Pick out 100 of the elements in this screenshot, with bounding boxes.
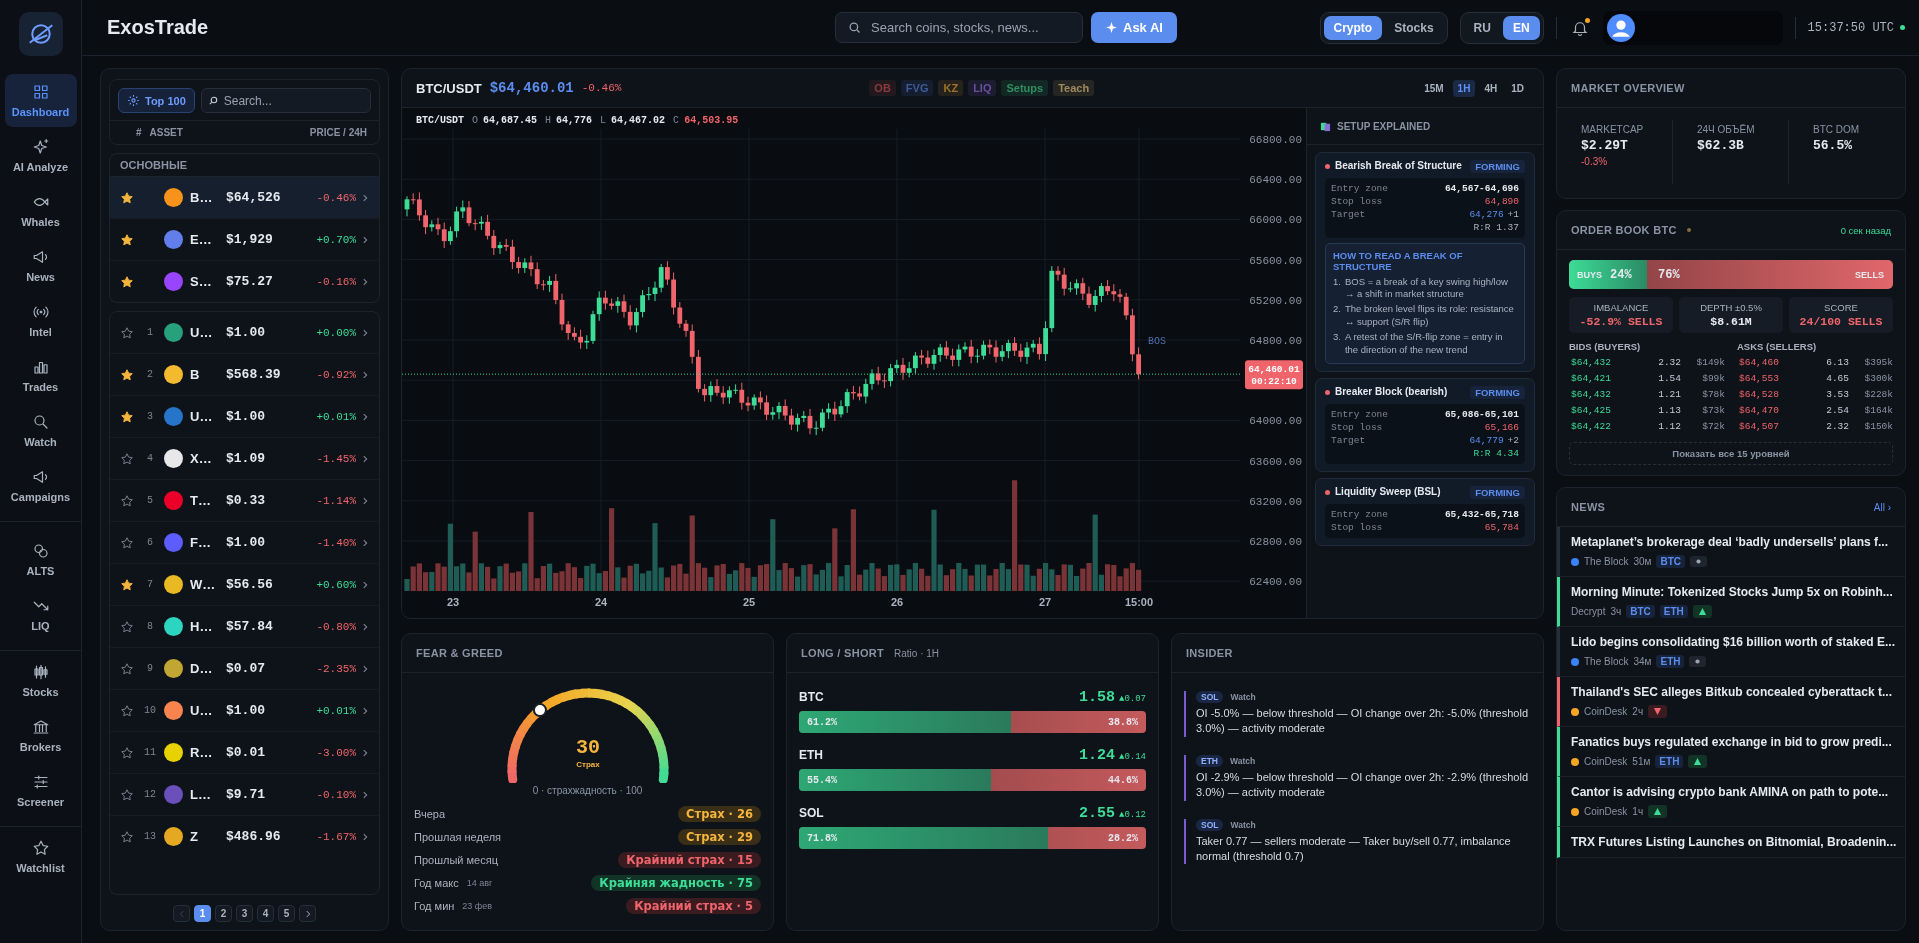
nav-item[interactable]: Watch [4,404,77,457]
bid-total: $73k [1701,404,1725,416]
asset-price: $0.33 [226,493,266,508]
nav-item[interactable]: News [4,239,77,292]
nav-item[interactable]: Watchlist [4,830,77,883]
axis-label: 66400.00 [1249,174,1302,187]
page-button[interactable]: 3 [236,905,253,922]
asset-search-field[interactable]: Search... [200,88,371,113]
nav-item[interactable]: LIQ [4,588,77,641]
axis-label: 66000.00 [1249,214,1302,227]
all-news-link[interactable]: All › [1873,501,1891,513]
panel-title: INSIDER [1186,647,1233,659]
gauge-value: 30 [575,736,600,759]
news-item[interactable]: Metaplanet’s brokerage deal ‘badly undersells’ plans f... The Block 30м BTC [1557,527,1905,577]
nav-item[interactable]: Campaigns [4,459,77,512]
status-label: Watch [1230,692,1256,702]
asset-row[interactable]: E… $1,929 +0.70% [110,219,379,261]
nav-item[interactable]: Whales [4,184,77,237]
asset-name: H… [190,619,214,634]
target-count: +2 [1507,434,1519,446]
overlay-toggle[interactable]: Setups [1001,80,1049,96]
news-item[interactable]: Lido begins consolidating $16 billion worth of staked E... The Block 34м ETH [1557,627,1905,677]
nav-item[interactable]: Screener [4,764,77,817]
stat-value: -52.9% SELLS [1579,315,1663,328]
price-change: -2.35% [315,662,356,675]
level-label: Target [1331,434,1367,446]
overlay-toggle[interactable]: Teach [1053,80,1095,96]
market-tab[interactable]: Stocks [1384,15,1444,40]
rank-number: 12 [143,789,157,800]
top-100-button[interactable]: Top 100 [118,88,195,113]
asset-row[interactable]: B… $64,526 -0.46% [110,177,379,219]
price-change: +0.01% [315,704,356,717]
rank-number: 10 [143,705,157,716]
coin-tag: BTC [1656,555,1686,568]
asset-row[interactable]: 9 D… $0.07 -2.35% [110,648,379,690]
nav-item[interactable]: Brokers [4,709,77,762]
coin-tag: BTC [1626,605,1655,618]
news-item[interactable]: Fanatics buys regulated exchange in bid to grow predi... CoinDesk 51м ETH [1557,727,1905,777]
news-headline: Cantor is advising crypto bank AMINA on path to pote... [1571,785,1890,799]
news-item[interactable]: Thailand's SEC alleges Bitkub concealed cyberattack t... CoinDesk 2ч [1557,677,1905,727]
language-tab[interactable]: RU [1463,15,1501,40]
asset-row[interactable]: S… $75.27 -0.16% [110,261,379,302]
stat-label: SCORE [1824,302,1858,313]
page-button[interactable]: 5 [278,905,295,922]
asset-row[interactable]: 12 L… $9.71 -0.10% [110,774,379,816]
asset-row[interactable]: 6 F… $1.00 -1.40% [110,522,379,564]
panel-title: ORDER BOOK BTC [1571,224,1677,236]
asset-price: $64,526 [226,190,282,205]
level-label: Stop loss [1331,196,1384,207]
news-time: 2ч [1632,706,1644,717]
stat-value: $8.61M [1710,315,1752,328]
search-field[interactable]: Search coins, stocks, news... [835,12,1083,43]
asset-row[interactable]: 2 B $568.39 -0.92% [110,354,379,396]
asset-price: $1.00 [226,325,266,340]
price-change: -0.46% [581,82,622,94]
nav-item[interactable]: AI Analyze [4,129,77,182]
bid-price: $64,421 [1571,372,1612,384]
update-time: 0 сек назад [1840,224,1891,236]
price-change: -3.00% [315,746,356,759]
asset-row[interactable]: 11 R… $0.01 -3.00% [110,732,379,774]
timeframe-tab[interactable]: 4H [1479,79,1503,97]
price-change: +0.70% [315,233,356,246]
news-source: The Block [1584,556,1629,567]
asset-row[interactable]: 4 X… $1.09 -1.45% [110,438,379,480]
ask-size: 6.13 [1825,356,1849,368]
asset-row[interactable]: 10 U… $1.00 +0.01% [110,690,379,732]
nav-item[interactable]: Dashboard [4,74,77,127]
asset-row[interactable]: 8 H… $57.84 -0.80% [110,606,379,648]
nav-item[interactable]: ALTS [4,533,77,586]
price-change: -1.45% [315,452,356,465]
status-badge: FORMING [1470,385,1525,399]
history-label: Прошлая неделя [414,830,501,843]
news-source: The Block [1584,656,1629,667]
asset-row[interactable]: 7 W… $56.56 +0.60% [110,564,379,606]
nav-item[interactable]: Intel [4,294,77,347]
page-button[interactable]: 2 [215,905,232,922]
bid-price: $64,432 [1571,388,1612,400]
asset-row[interactable]: 1 U… $1.00 +0.00% [110,312,379,354]
news-item[interactable]: TRX Futures Listing Launches on Bitnomial, Broadenin... [1557,827,1905,858]
price-tag: 64,460.01 00:22:10 [1245,360,1303,390]
timeframe-tab[interactable]: 1D [1506,79,1529,97]
history-label: Год мин [414,899,455,912]
page-button[interactable]: 4 [257,905,274,922]
nav-item[interactable]: Stocks [4,654,77,707]
timeframe-tab[interactable]: 15M [1419,79,1449,97]
overlay-toggle[interactable]: KZ [938,80,964,96]
asset-price: $56.56 [226,577,274,592]
asset-row[interactable]: 3 U… $1.00 +0.01% [110,396,379,438]
news-source: Decrypt [1571,606,1606,617]
show-all-levels-button[interactable]: Показать все 15 уровней [1569,442,1893,465]
price-change: +0.60% [315,578,356,591]
timeframe-tab[interactable]: 1H [1452,79,1476,97]
asset-row[interactable]: 13 Z $486.96 -1.67% [110,816,379,857]
bids-title: BIDS (BUYERS) [1569,341,1642,352]
nav-item[interactable]: Trades [4,349,77,402]
coin-tag: ETH [1659,605,1688,618]
asset-row[interactable]: 5 T… $0.33 -1.14% [110,480,379,522]
news-item[interactable]: Cantor is advising crypto bank AMINA on path to pote... CoinDesk 1ч [1557,777,1905,827]
asset-name: B… [190,190,214,205]
news-item[interactable]: Morning Minute: Tokenized Stocks Jump 5x on Robinh... Decrypt 3ч BTC ETH [1557,577,1905,627]
